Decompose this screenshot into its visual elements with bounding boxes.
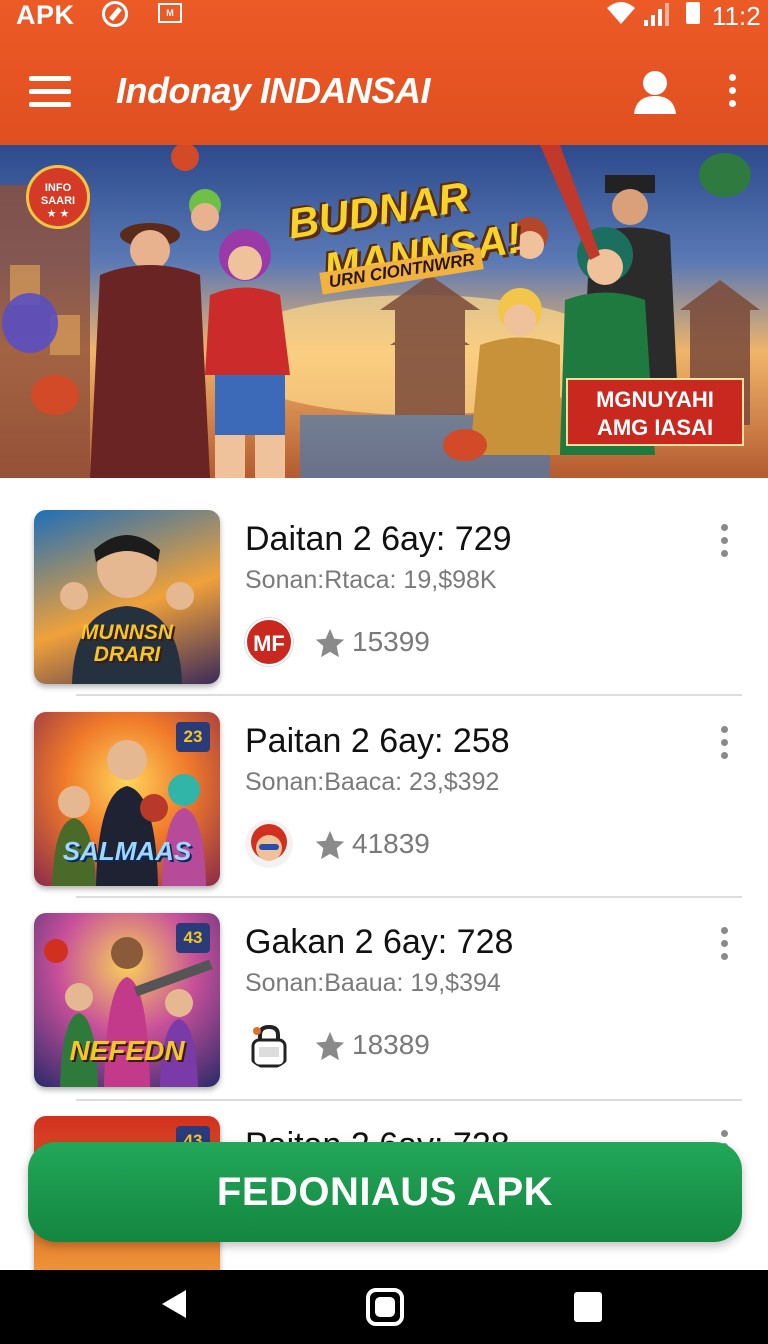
gallery-icon: M [158,3,182,23]
wifi-icon [607,2,635,24]
home-icon[interactable] [366,1288,404,1326]
back-icon[interactable] [162,1290,186,1318]
list-item[interactable]: 43 NEFEDN Gakan 2 6ay: 728 Sonan:Baaua: … [0,881,768,1087]
battery-icon [686,2,700,24]
app-title[interactable]: Paitan 2 6ay: 258 [245,722,510,761]
recents-icon[interactable] [574,1292,602,1322]
signal-icon [644,3,669,26]
thumbnail-badge: 43 [176,923,210,953]
banner-badge-line1: INFO SAARI [40,182,76,207]
banner-promo-box: MGNUYAHI AMG IASAI [566,378,744,446]
promo-banner[interactable]: INFO SAARI ★ ★ BUDNAR MANNSA! URN CIONTN… [0,145,768,478]
more-vert-icon[interactable] [722,74,742,110]
navigation-bar [0,1270,768,1344]
lock-icon [251,1024,287,1068]
app-subtitle: Sonan:Rtaca: 19,$98K [245,566,497,594]
top-bar: APK M 11:2 Indonay INDANSAI [0,0,768,145]
banner-promo-line1: MGNUYAHI [596,387,714,412]
download-apk-button[interactable]: FEDONIAUS APK [28,1142,742,1242]
menu-icon[interactable] [29,76,71,108]
profile-icon[interactable] [630,66,680,116]
status-bar: APK M 11:2 [0,0,768,36]
thumbnail-title: SALMAAS [62,836,192,866]
banner-badge: INFO SAARI ★ ★ [26,165,90,229]
thumbnail-badge: 23 [176,722,210,752]
more-vert-icon[interactable] [714,927,734,960]
app-title[interactable]: Daitan 2 6ay: 729 [245,520,512,559]
publisher-icon: MF [245,618,293,666]
more-vert-icon[interactable] [714,726,734,759]
status-carrier-label: APK [16,0,75,30]
rating-count: 41839 [352,828,430,859]
app-bar: Indonay INDANSAI [0,48,768,145]
thumbnail-title: NEFEDN [69,1035,185,1066]
app-title: Indonay INDANSAI [116,70,431,111]
list-item[interactable]: 23 SALMAAS Paitan 2 6ay: 258 Sonan:Baaca… [0,680,768,886]
more-vert-icon[interactable] [714,524,734,557]
app-thumbnail[interactable]: 43 NEFEDN [34,913,220,1087]
compass-icon [102,1,128,27]
status-time: 11:2 [712,1,761,31]
app-thumbnail[interactable]: MUNNSN DRARI [34,510,220,684]
banner-badge-line2: ★ ★ [46,208,70,220]
star-icon [315,1031,345,1061]
app-subtitle: Sonan:Baaca: 23,$392 [245,768,500,796]
rating-count: 15399 [352,626,430,657]
star-icon [315,830,345,860]
list-item[interactable]: MUNNSN DRARI Daitan 2 6ay: 729 Sonan:Rta… [0,478,768,684]
star-icon [315,628,345,658]
app-thumbnail[interactable]: 23 SALMAAS [34,712,220,886]
publisher-icon [245,820,293,868]
rating-count: 18389 [352,1029,430,1060]
publisher-label: MF [253,631,285,656]
banner-promo-line2: AMG IASAI [596,415,714,440]
app-subtitle: Sonan:Baaua: 19,$394 [245,969,501,997]
app-title[interactable]: Gakan 2 6ay: 728 [245,923,513,962]
thumbnail-title: MUNNSN DRARI [80,621,174,666]
